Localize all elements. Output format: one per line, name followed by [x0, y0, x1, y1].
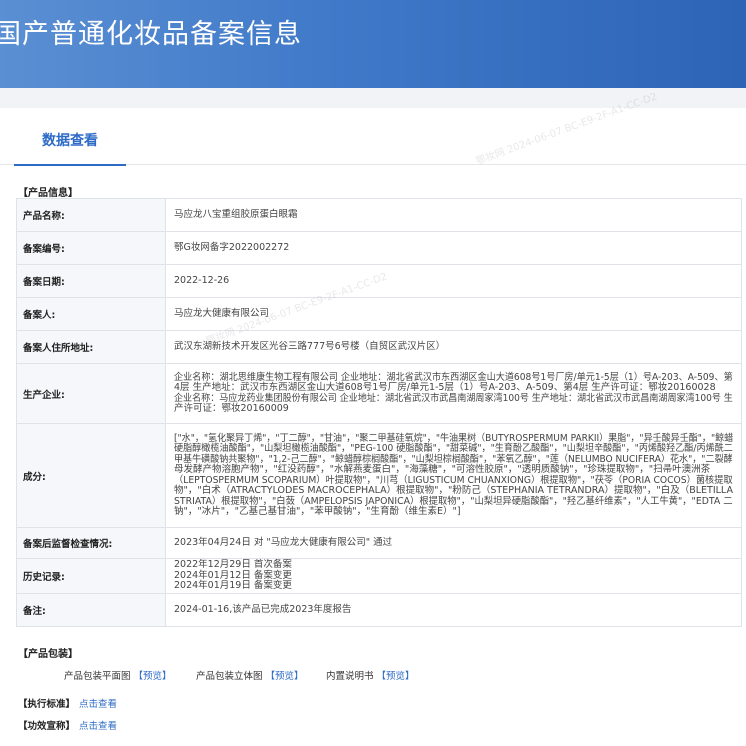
info-row-label: 备案人住所地址: — [16, 330, 166, 364]
package-3d-item: 产品包装立体图 【预览】 — [196, 668, 304, 682]
info-value-line: 鄂G妆网备字2022002272 — [174, 241, 290, 253]
info-row-value: 2023年04月24日 对 "马应龙大健康有限公司" 通过 — [165, 527, 742, 559]
info-row-value: 武汉东湖新技术开发区光谷三路777号6号楼（自贸区武汉片区） — [165, 330, 742, 364]
info-row: 备案编号: 鄂G妆网备字2022002272 — [16, 231, 742, 265]
manual-preview-link[interactable]: 【预览】 — [377, 671, 415, 682]
package-3d-preview-link[interactable]: 【预览】 — [266, 671, 304, 682]
info-value-line: 2024年01月19日 备案变更 — [174, 580, 292, 592]
standard-label: 【执行标准】 — [18, 699, 76, 710]
info-row-value: 2022-12-26 — [165, 264, 742, 298]
manual-item: 内置说明书 【预览】 — [326, 668, 415, 682]
info-row-value: 马应龙大健康有限公司 — [165, 297, 742, 331]
info-value-line: 武汉东湖新技术开发区光谷三路777号6号楼（自贸区武汉片区） — [174, 340, 446, 352]
info-row-value: ["水"，"氢化聚异丁烯"，"丁二醇"，"甘油"，"聚二甲基硅氧烷"，"牛油果树… — [165, 423, 742, 528]
info-row-label: 成分: — [16, 423, 166, 528]
info-row: 备案日期: 2022-12-26 — [16, 264, 742, 298]
efficacy-view-link[interactable]: 点击查看 — [79, 721, 117, 732]
info-row: 备案后监督检查情况: 2023年04月24日 对 "马应龙大健康有限公司" 通过 — [16, 527, 742, 559]
info-value-line: （LEPTOSPERMUM SCOPARIUM）叶提取物"，"川芎（LIGUST… — [174, 474, 733, 486]
info-value-line: 甲基牛磺酸钠共聚物"，"1,2-己二醇"，"鲸蜡醇棕榈酸酯"，"山梨坦棕榈酸酯"… — [174, 453, 733, 465]
info-value-line: 企业名称：湖北思维康生物工程有限公司 企业地址：湖北省武汉市东西湖区金山大道60… — [174, 371, 733, 383]
package-flat-label: 产品包装平面图 — [64, 671, 131, 682]
package-flat-preview-link[interactable]: 【预览】 — [134, 671, 172, 682]
info-row-label: 备注: — [16, 593, 166, 627]
header-banner: 国产普通化妆品备案信息 — [0, 0, 746, 88]
page-title: 国产普通化妆品备案信息 — [0, 19, 302, 50]
efficacy-row: 【功效宣称】 点击查看 — [18, 718, 117, 732]
info-value-line: 企业名称：马应龙药业集团股份有限公司 企业地址：湖北省武汉市武昌南湖周家湾100… — [174, 392, 733, 404]
info-row: 生产企业: 企业名称：湖北思维康生物工程有限公司 企业地址：湖北省武汉市东西湖区金… — [16, 363, 742, 424]
info-value-line: 产许可证：鄂妆20160009 — [174, 403, 289, 414]
info-value-line: 马应龙八宝重组胶原蛋白眼霜 — [174, 208, 298, 220]
info-row: 备案人住所地址: 武汉东湖新技术开发区光谷三路777号6号楼（自贸区武汉片区） — [16, 330, 742, 364]
efficacy-label: 【功效宣称】 — [18, 721, 76, 732]
info-row-value: 鄂G妆网备字2022002272 — [165, 231, 742, 265]
info-row-value: 马应龙八宝重组胶原蛋白眼霜 — [165, 198, 742, 232]
info-row-label: 备案编号: — [16, 231, 166, 265]
tab-data-view[interactable]: 数据查看 — [14, 130, 126, 166]
info-row-label: 备案日期: — [16, 264, 166, 298]
tab-bar: 数据查看 — [0, 108, 746, 166]
package-links-row: 产品包装平面图 【预览】 产品包装立体图 【预览】 内置说明书 【预览】 — [0, 664, 746, 684]
info-value-line: STRIATA）根提取物"，"白蔹（AMPELOPSIS JAPONICA）根提… — [174, 495, 733, 507]
manual-label: 内置说明书 — [326, 671, 374, 682]
info-row-label: 产品名称: — [16, 198, 166, 232]
header-divider-band — [0, 88, 746, 108]
info-row-value: 2024-01-16,该产品已完成2023年度报告 — [165, 593, 742, 627]
info-row: 备注: 2024-01-16,该产品已完成2023年度报告 — [16, 593, 742, 627]
info-value-line: 2024-01-16,该产品已完成2023年度报告 — [174, 603, 352, 615]
standard-view-link[interactable]: 点击查看 — [79, 699, 117, 710]
info-row: 成分: ["水"，"氢化聚异丁烯"，"丁二醇"，"甘油"，"聚二甲基硅氧烷"，"牛… — [16, 423, 742, 528]
product-info-table: 产品名称: 马应龙八宝重组胶原蛋白眼霜 备案编号: 鄂G妆网备字2022002272 备… — [16, 198, 742, 627]
info-row-label: 备案后监督检查情况: — [16, 527, 166, 559]
info-row-value: 企业名称：湖北思维康生物工程有限公司 企业地址：湖北省武汉市东西湖区金山大道60… — [165, 363, 742, 424]
info-value-line: 钠"，"冰片"，"乙基己基甘油"，"苯甲酸钠"，"生育酚（维生素E）"] — [174, 506, 461, 517]
info-row-label: 备案人: — [16, 297, 166, 331]
package-3d-label: 产品包装立体图 — [196, 671, 263, 682]
info-row: 产品名称: 马应龙八宝重组胶原蛋白眼霜 — [16, 198, 742, 232]
info-row-label: 历史记录: — [16, 558, 166, 594]
info-value-line: 马应龙大健康有限公司 — [174, 307, 270, 319]
info-row: 备案人: 马应龙大健康有限公司 — [16, 297, 742, 331]
package-flat-item: 产品包装平面图 【预览】 — [64, 668, 172, 682]
info-row: 历史记录: 2022年12月29日 首次备案 2024年01月12日 备案变更 202… — [16, 558, 742, 594]
info-value-line: 2023年04月24日 对 "马应龙大健康有限公司" 通过 — [174, 536, 393, 548]
info-row-label: 生产企业: — [16, 363, 166, 424]
package-section-title: 【产品包装】 — [18, 649, 78, 660]
info-value-line: 2022-12-26 — [174, 274, 230, 286]
product-info-section-title: 【产品信息】 — [18, 188, 78, 199]
standard-row: 【执行标准】 点击查看 — [18, 696, 117, 710]
info-row-value: 2022年12月29日 首次备案 2024年01月12日 备案变更 2024年01月… — [165, 558, 742, 594]
